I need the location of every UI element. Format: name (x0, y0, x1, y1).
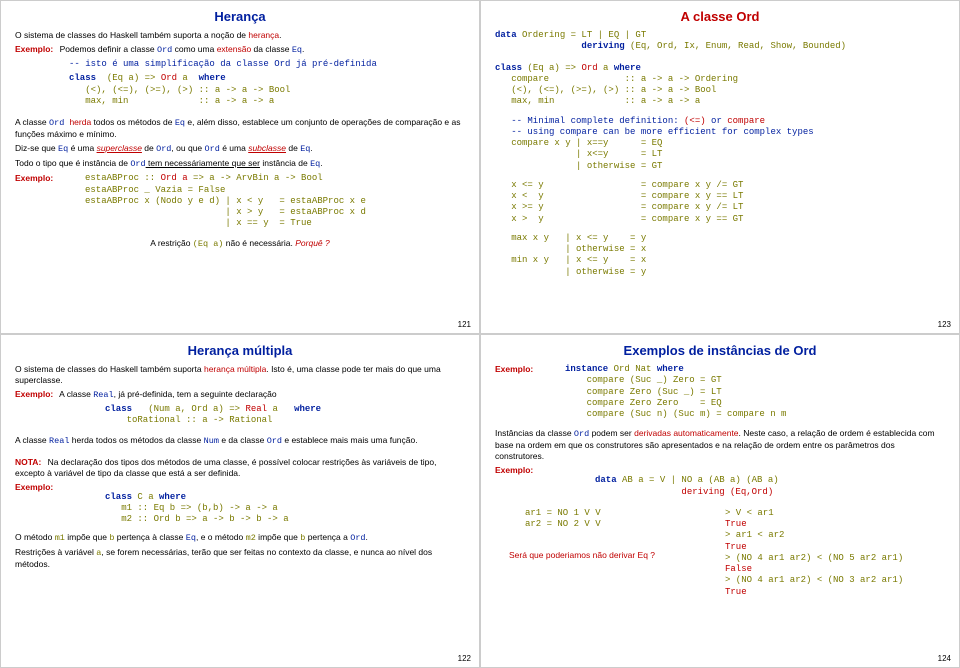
code-block: x <= y = compare x y /= GT x < y = compa… (495, 180, 945, 225)
left-col: ar1 = NO 1 V V ar2 = NO 2 V V Será que p… (495, 508, 695, 598)
example-line: Exemplo: A classe Real, já pré-definida,… (15, 389, 465, 401)
code-block: > V < ar1 True > ar1 < ar2 True > (NO 4 … (725, 508, 903, 598)
nota-label: NOTA: (15, 457, 41, 468)
example-label: Exemplo: (15, 482, 53, 493)
code-block: instance Ord Nat where compare (Suc _) Z… (565, 364, 945, 420)
nota-line: NOTA: Na declaração dos tipos dos método… (15, 457, 465, 479)
code-block: compare x y | x==y = EQ | x<=y = LT | ot… (495, 138, 945, 172)
example-label: Exemplo: (15, 173, 53, 184)
paragraph: Diz-se que Eq é uma superclasse de Ord, … (15, 143, 465, 155)
code-block: -- isto é uma simplificação da classe Or… (69, 59, 465, 70)
slide-title: Exemplos de instâncias de Ord (495, 343, 945, 358)
code-block: class (Eq a) => Ord a where compare :: a… (495, 63, 945, 108)
paragraph: O sistema de classes do Haskell também s… (15, 364, 465, 386)
code-block: estaABProc :: Ord a => a -> ArvBin a -> … (85, 173, 465, 229)
slide-124: Exemplos de instâncias de Ord Exemplo: i… (480, 334, 960, 668)
code-block: max x y | x <= y = y | otherwise = x min… (495, 233, 945, 278)
code-block: data Ordering = LT | EQ | GT deriving (E… (495, 30, 945, 53)
code-block: ar1 = NO 1 V V ar2 = NO 2 V V (525, 508, 695, 531)
paragraph: O método m1 impõe que b pertença à class… (15, 532, 465, 544)
question: Será que poderiamos não derivar Eq ? (509, 550, 695, 561)
page-number: 124 (938, 654, 951, 663)
paragraph: Restrições à variável a, se forem necess… (15, 547, 465, 570)
slide-title: Herança múltipla (15, 343, 465, 358)
code-block: class (Eq a) => Ord a where (<), (<=), (… (69, 73, 465, 107)
slide-grid: Herança O sistema de classes do Haskell … (0, 0, 960, 668)
slide-122: Herança múltipla O sistema de classes do… (0, 334, 480, 668)
slide-title: A classe Ord (495, 9, 945, 24)
paragraph: Todo o tipo que é instância de Ord tem n… (15, 158, 465, 170)
paragraph: A classe Real herda todos os métodos da … (15, 435, 465, 447)
two-col: ar1 = NO 1 V V ar2 = NO 2 V V Será que p… (495, 508, 945, 598)
page-number: 121 (458, 320, 471, 329)
example-label: Exemplo: (495, 465, 533, 476)
paragraph: O sistema de classes do Haskell também s… (15, 30, 465, 41)
page-number: 123 (938, 320, 951, 329)
code-block: data AB a = V | NO a (AB a) (AB a) deriv… (595, 475, 945, 498)
example-label: Exemplo: (15, 44, 53, 55)
page-number: 122 (458, 654, 471, 663)
paragraph: Instâncias da classe Ord podem ser deriv… (495, 428, 945, 462)
example-label: Exemplo: (15, 389, 53, 400)
slide-121: Herança O sistema de classes do Haskell … (0, 0, 480, 334)
footer-line: A restrição (Eq a) não é necessária. Por… (15, 238, 465, 250)
slide-title: Herança (15, 9, 465, 24)
code-block: -- Minimal complete definition: (<=) or … (495, 116, 945, 139)
code-block: class (Num a, Ord a) => Real a where toR… (105, 404, 465, 427)
paragraph: A classe Ord herda todos os métodos de E… (15, 117, 465, 140)
slide-123: A classe Ord data Ordering = LT | EQ | G… (480, 0, 960, 334)
example-line: Exemplo: Podemos definir a classe Ord co… (15, 44, 465, 56)
example-label: Exemplo: (495, 364, 533, 375)
code-block: class C a where m1 :: Eq b => (b,b) -> a… (105, 492, 465, 526)
